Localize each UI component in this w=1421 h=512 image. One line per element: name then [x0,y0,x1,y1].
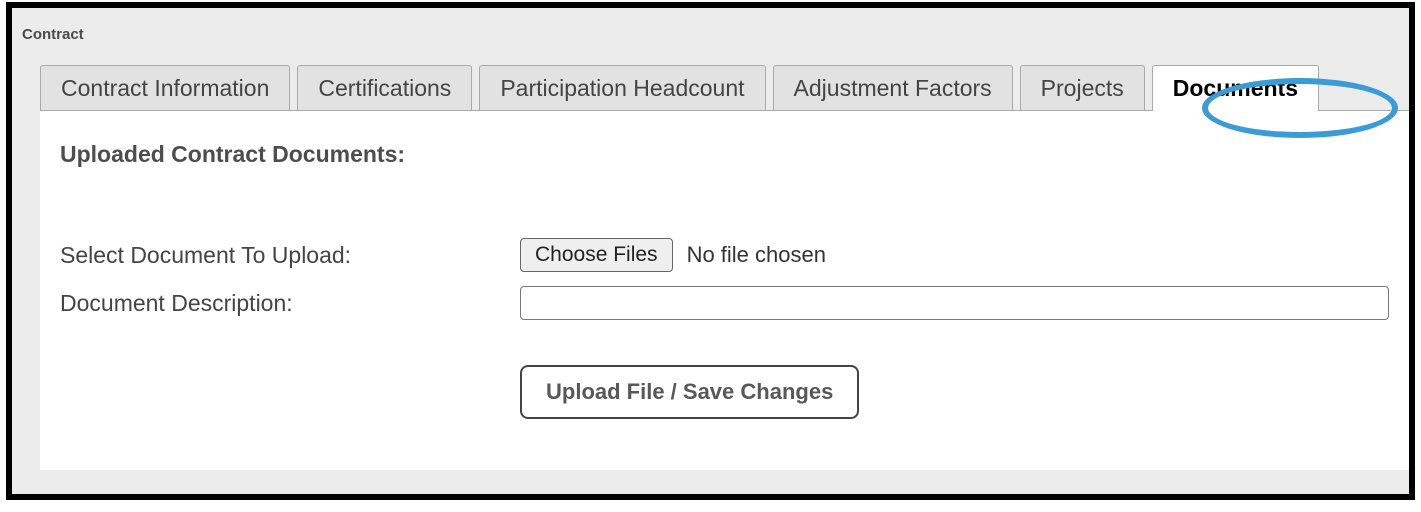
upload-save-button[interactable]: Upload File / Save Changes [520,365,859,419]
document-description-row: Document Description: [60,286,1389,320]
tab-projects[interactable]: Projects [1020,65,1145,111]
choose-files-button[interactable]: Choose Files [520,238,673,272]
tab-documents[interactable]: Documents [1152,65,1319,111]
panel-title: Contract [12,8,1409,43]
tab-strip: Contract Information Certifications Part… [40,65,1409,111]
select-document-label: Select Document To Upload: [60,242,520,269]
document-description-input[interactable] [520,286,1389,320]
documents-tab-content: Uploaded Contract Documents: Select Docu… [40,110,1409,470]
tab-certifications[interactable]: Certifications [297,65,472,111]
tab-participation-headcount[interactable]: Participation Headcount [479,65,765,111]
tab-contract-information[interactable]: Contract Information [40,65,290,111]
uploaded-documents-heading: Uploaded Contract Documents: [60,141,1389,168]
file-chosen-status: No file chosen [687,242,826,268]
contract-panel: Contract Contract Information Certificat… [6,2,1415,500]
upload-action-row: Upload File / Save Changes [520,365,1389,419]
document-description-label: Document Description: [60,290,520,317]
select-document-row: Select Document To Upload: Choose Files … [60,238,1389,272]
tab-adjustment-factors[interactable]: Adjustment Factors [773,65,1013,111]
